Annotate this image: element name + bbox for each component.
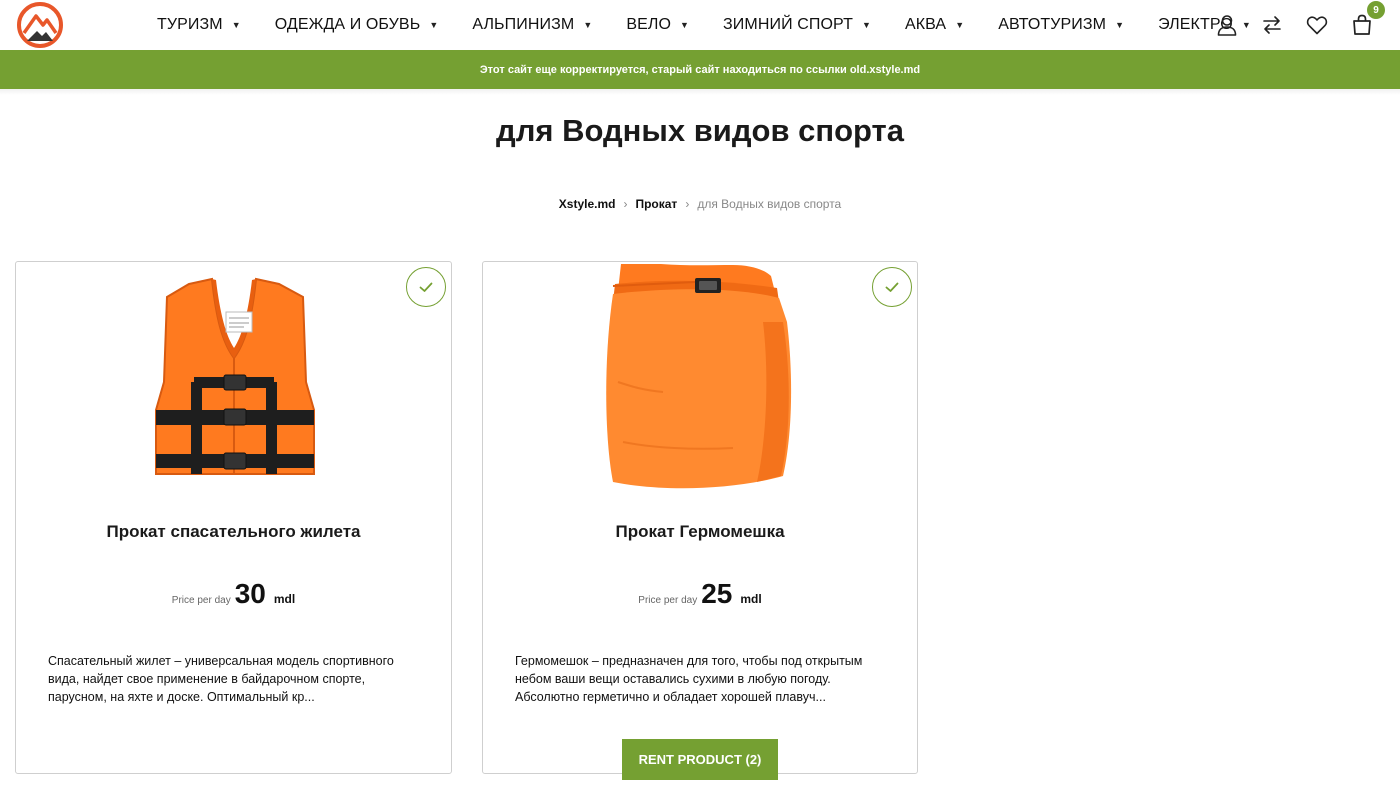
product-price: Price per day 25 mdl — [483, 578, 917, 610]
notice-text: Этот сайт еще корректируется, старый сай… — [479, 63, 921, 76]
chevron-right-icon: › — [685, 197, 690, 211]
breadcrumb-rental[interactable]: Прокат — [635, 197, 677, 211]
product-card[interactable]: Прокат спасательного жилета Price per da… — [15, 261, 452, 774]
breadcrumb-home[interactable]: Xstyle.md — [559, 197, 616, 211]
price-currency: mdl — [740, 592, 762, 606]
product-title[interactable]: Прокат Гермомешка — [483, 522, 917, 542]
caret-down-icon: ▼ — [583, 20, 593, 30]
nav-label: ЗИМНИЙ СПОРТ — [723, 16, 853, 33]
check-icon[interactable] — [406, 267, 446, 307]
chevron-right-icon: › — [623, 197, 628, 211]
caret-down-icon: ▼ — [231, 20, 241, 30]
nav-label: ВЕЛО — [626, 16, 672, 33]
notice-shadow — [0, 89, 1400, 95]
breadcrumb: Xstyle.md › Прокат › для Водных видов сп… — [0, 197, 1400, 211]
product-title[interactable]: Прокат спасательного жилета — [16, 522, 451, 542]
mountain-logo-icon[interactable] — [16, 1, 64, 49]
page-title: для Водных видов спорта — [496, 113, 904, 148]
nav-item-alpinism[interactable]: АЛЬПИНИЗМ ▼ — [472, 16, 592, 34]
caret-down-icon: ▼ — [1115, 20, 1125, 30]
cart-count-badge: 9 — [1367, 1, 1385, 19]
price-currency: mdl — [273, 592, 296, 606]
life-vest-image[interactable] — [16, 262, 451, 502]
header-icons: 9 — [1194, 0, 1385, 50]
dry-bag-image[interactable] — [483, 262, 917, 502]
notice-bar: Этот сайт еще корректируется, старый сай… — [0, 50, 1400, 89]
product-card[interactable]: Прокат Гермомешка Price per day 25 mdl Г… — [482, 261, 918, 774]
nav-label: АЛЬПИНИЗМ — [472, 16, 575, 33]
nav-item-winter-sport[interactable]: ЗИМНИЙ СПОРТ ▼ — [723, 16, 871, 34]
nav-label: АКВА — [904, 16, 947, 33]
nav-label: ОДЕЖДА И ОБУВЬ — [274, 16, 421, 33]
nav-item-autotourism[interactable]: АВТОТУРИЗМ ▼ — [998, 16, 1124, 34]
nav-item-tourism[interactable]: ТУРИЗМ ▼ — [157, 16, 241, 34]
price-value: 25 — [701, 578, 733, 609]
price-label: Price per day — [638, 595, 698, 606]
product-description: Спасательный жилет – универсальная модел… — [48, 654, 394, 704]
nav-item-clothing[interactable]: ОДЕЖДА И ОБУВЬ ▼ — [275, 16, 439, 34]
rent-product-button[interactable]: RENT PRODUCT (2) — [622, 739, 778, 780]
product-description: Гермомешок – предназначен для того, чтоб… — [515, 654, 863, 704]
heart-icon[interactable] — [1305, 13, 1329, 37]
price-label: Price per day — [171, 595, 231, 606]
compare-icon[interactable] — [1260, 13, 1284, 37]
price-value: 30 — [234, 578, 266, 609]
site-header: ТУРИЗМ ▼ ОДЕЖДА И ОБУВЬ ▼ АЛЬПИНИЗМ ▼ ВЕЛО ▼… — [0, 0, 1400, 50]
check-icon[interactable] — [872, 267, 912, 307]
caret-down-icon: ▼ — [861, 20, 871, 30]
cart-icon[interactable]: 9 — [1350, 1, 1385, 37]
user-icon[interactable] — [1215, 13, 1239, 37]
caret-down-icon: ▼ — [680, 20, 690, 30]
main-nav: ТУРИЗМ ▼ ОДЕЖДА И ОБУВЬ ▼ АЛЬПИНИЗМ ▼ ВЕЛО ▼… — [157, 0, 1285, 50]
nav-label: АВТОТУРИЗМ — [998, 16, 1107, 33]
nav-label: ТУРИЗМ — [157, 16, 223, 33]
nav-item-velo[interactable]: ВЕЛО ▼ — [626, 16, 689, 34]
product-price: Price per day 30 mdl — [16, 578, 451, 610]
breadcrumb-current: для Водных видов спорта — [697, 197, 842, 211]
nav-item-aqua[interactable]: АКВА ▼ — [905, 16, 964, 34]
caret-down-icon: ▼ — [955, 20, 965, 30]
caret-down-icon: ▼ — [429, 20, 439, 30]
